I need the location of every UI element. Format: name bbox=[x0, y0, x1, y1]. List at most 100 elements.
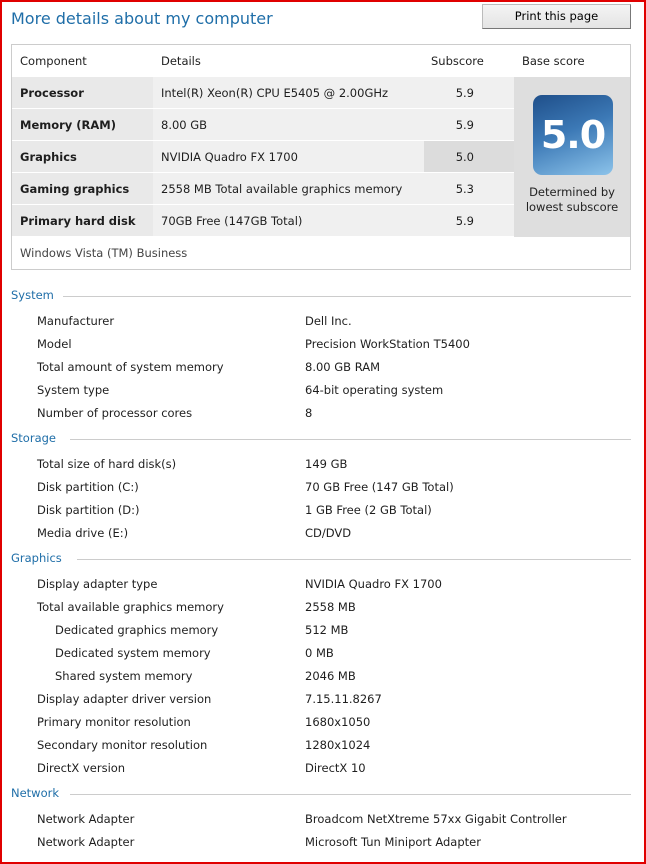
detail-row: Model Precision WorkStation T5400 bbox=[0, 337, 646, 357]
detail-label: Secondary monitor resolution bbox=[37, 738, 208, 752]
detail-row: Secondary monitor resolution 1280x1024 bbox=[0, 738, 646, 758]
detail-value: 7.15.11.8267 bbox=[305, 692, 382, 706]
detail-value: 2558 MB bbox=[305, 600, 356, 614]
detail-label: Disk partition (D:) bbox=[37, 503, 140, 517]
table-row: Memory (RAM) 8.00 GB 5.9 bbox=[12, 109, 514, 141]
detail-label: Number of processor cores bbox=[37, 406, 193, 420]
section-system: System bbox=[11, 288, 631, 302]
component-subscore: 5.9 bbox=[424, 77, 514, 108]
component-name: Processor bbox=[12, 77, 153, 108]
detail-value: 70 GB Free (147 GB Total) bbox=[305, 480, 454, 494]
detail-value: Microsoft Tun Miniport Adapter bbox=[305, 835, 481, 849]
detail-row: Number of processor cores 8 bbox=[0, 406, 646, 426]
component-name: Gaming graphics bbox=[12, 173, 153, 204]
print-button[interactable]: Print this page bbox=[482, 4, 631, 29]
detail-value: CD/DVD bbox=[305, 526, 352, 540]
detail-value: Precision WorkStation T5400 bbox=[305, 337, 470, 351]
component-subscore: 5.9 bbox=[424, 109, 514, 140]
detail-label: DirectX version bbox=[37, 761, 126, 775]
detail-label: Primary monitor resolution bbox=[37, 715, 191, 729]
detail-row: DirectX version DirectX 10 bbox=[0, 761, 646, 781]
detail-value: NVIDIA Quadro FX 1700 bbox=[305, 577, 442, 591]
detail-row: Dedicated system memory 0 MB bbox=[0, 646, 646, 666]
section-title: Network bbox=[11, 786, 60, 800]
table-row: Graphics NVIDIA Quadro FX 1700 5.0 bbox=[12, 141, 514, 173]
detail-row: Network Adapter Microsoft Tun Miniport Ad… bbox=[0, 835, 646, 855]
component-subscore: 5.3 bbox=[424, 173, 514, 204]
base-score-panel: 5.0 Determined by lowest subscore bbox=[514, 77, 630, 237]
detail-label: Network Adapter bbox=[37, 812, 135, 826]
base-score-badge: 5.0 bbox=[533, 95, 613, 175]
detail-label: Network Adapter bbox=[37, 835, 135, 849]
table-row: Gaming graphics 2558 MB Total available … bbox=[12, 173, 514, 205]
detail-row: Network Adapter Broadcom NetXtreme 57xx G… bbox=[0, 812, 646, 832]
determined-by-text: Determined by lowest subscore bbox=[525, 185, 619, 214]
component-name: Memory (RAM) bbox=[12, 109, 153, 140]
header-component: Component bbox=[20, 54, 87, 68]
detail-value: 8 bbox=[305, 406, 313, 420]
detail-row: Disk partition (C:) 70 GB Free (147 GB To… bbox=[0, 480, 646, 500]
detail-value: 64-bit operating system bbox=[305, 383, 444, 397]
component-subscore: 5.9 bbox=[424, 205, 514, 236]
section-title: Storage bbox=[11, 431, 56, 445]
detail-row: Display adapter driver version 7.15.11.82… bbox=[0, 692, 646, 712]
detail-row: Total size of hard disk(s) 149 GB bbox=[0, 457, 646, 477]
section-storage: Storage bbox=[11, 431, 631, 445]
section-divider bbox=[77, 559, 631, 560]
detail-label: Disk partition (C:) bbox=[37, 480, 139, 494]
detail-label: Dedicated graphics memory bbox=[55, 623, 219, 637]
score-table: Component Details Subscore Base score Pr… bbox=[11, 44, 631, 270]
detail-row: Display adapter type NVIDIA Quadro FX 170… bbox=[0, 577, 646, 597]
table-row: Primary hard disk 70GB Free (147GB Total… bbox=[12, 205, 514, 237]
detail-value: 2046 MB bbox=[305, 669, 356, 683]
detail-row: Primary monitor resolution 1680x1050 bbox=[0, 715, 646, 735]
section-divider bbox=[70, 794, 631, 795]
detail-label: Model bbox=[37, 337, 72, 351]
section-network: Network bbox=[11, 786, 631, 800]
detail-row: Disk partition (D:) 1 GB Free (2 GB Total… bbox=[0, 503, 646, 523]
component-details: NVIDIA Quadro FX 1700 bbox=[153, 141, 424, 172]
detail-row: Total available graphics memory 2558 MB bbox=[0, 600, 646, 620]
detail-label: System type bbox=[37, 383, 110, 397]
detail-label: Total amount of system memory bbox=[37, 360, 224, 374]
section-divider bbox=[70, 439, 631, 440]
component-details: 2558 MB Total available graphics memory bbox=[153, 173, 424, 204]
header-base-score: Base score bbox=[522, 54, 585, 68]
component-details: 70GB Free (147GB Total) bbox=[153, 205, 424, 236]
component-details: Intel(R) Xeon(R) CPU E5405 @ 2.00GHz bbox=[153, 77, 424, 108]
detail-value: Broadcom NetXtreme 57xx Gigabit Controll… bbox=[305, 812, 567, 826]
detail-value: 8.00 GB RAM bbox=[305, 360, 381, 374]
section-title: System bbox=[11, 288, 54, 302]
detail-value: 1280x1024 bbox=[305, 738, 371, 752]
detail-label: Manufacturer bbox=[37, 314, 115, 328]
detail-row: Shared system memory 2046 MB bbox=[0, 669, 646, 689]
detail-value: 0 MB bbox=[305, 646, 334, 660]
os-edition: Windows Vista (TM) Business bbox=[20, 246, 188, 260]
detail-value: 1 GB Free (2 GB Total) bbox=[305, 503, 432, 517]
detail-label: Media drive (E:) bbox=[37, 526, 129, 540]
detail-value: 1680x1050 bbox=[305, 715, 371, 729]
detail-label: Total size of hard disk(s) bbox=[37, 457, 177, 471]
page-title: More details about my computer bbox=[11, 9, 273, 28]
detail-row: System type 64-bit operating system bbox=[0, 383, 646, 403]
detail-value: DirectX 10 bbox=[305, 761, 366, 775]
section-divider bbox=[63, 296, 631, 297]
detail-row: Dedicated graphics memory 512 MB bbox=[0, 623, 646, 643]
table-row: Processor Intel(R) Xeon(R) CPU E5405 @ 2… bbox=[12, 77, 514, 109]
detail-row: Media drive (E:) CD/DVD bbox=[0, 526, 646, 546]
component-name: Graphics bbox=[12, 141, 153, 172]
detail-label: Shared system memory bbox=[55, 669, 193, 683]
header-subscore: Subscore bbox=[431, 54, 484, 68]
component-details: 8.00 GB bbox=[153, 109, 424, 140]
detail-value: 512 MB bbox=[305, 623, 349, 637]
header-details: Details bbox=[161, 54, 201, 68]
detail-label: Total available graphics memory bbox=[37, 600, 224, 614]
section-graphics: Graphics bbox=[11, 551, 631, 565]
component-subscore: 5.0 bbox=[424, 141, 514, 172]
detail-label: Dedicated system memory bbox=[55, 646, 211, 660]
detail-label: Display adapter type bbox=[37, 577, 158, 591]
detail-value: 149 GB bbox=[305, 457, 348, 471]
section-title: Graphics bbox=[11, 551, 62, 565]
detail-label: Display adapter driver version bbox=[37, 692, 212, 706]
detail-row: Manufacturer Dell Inc. bbox=[0, 314, 646, 334]
